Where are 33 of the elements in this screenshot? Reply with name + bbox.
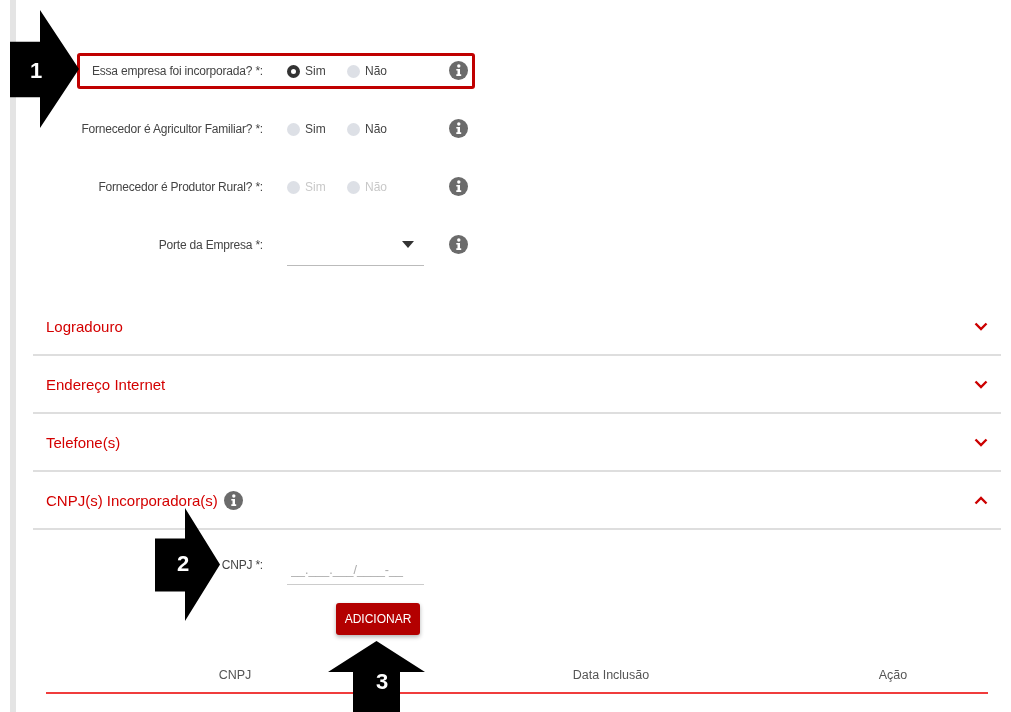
radio-option[interactable]: Sim [287,64,347,78]
radio-option[interactable]: Não [347,64,407,78]
step-number: 2 [177,553,190,575]
radio-option[interactable]: Sim [287,122,347,136]
column-header: Ação [878,668,908,682]
info-icon[interactable] [449,235,468,254]
info-icon[interactable] [449,119,468,138]
info-icon[interactable] [449,61,468,80]
section-title: Logradouro [46,317,123,335]
column-header: Data Inclusão [572,668,650,682]
radio-option[interactable]: Não [347,122,407,136]
caret-icon [402,241,414,248]
field-label: Essa empresa foi incorporada? *: [91,64,263,78]
chevron-down-icon[interactable] [974,437,988,447]
section-title: Telefone(s) [46,433,121,451]
info-icon[interactable] [223,490,243,510]
field-label: Fornecedor é Agricultor Familiar? *: [81,122,263,136]
accordion-header[interactable]: CNPJ(s) Incorporadora(s) [33,472,1001,528]
field-label: Porte da Empresa *: [158,238,263,252]
accordion-header[interactable]: Logradouro [33,298,1001,354]
section-title: CNPJ(s) Incorporadora(s) [46,491,218,509]
field-label: CNPJ *: [221,558,263,572]
field-label: Fornecedor é Produtor Rural? *: [98,180,263,194]
accordion-header[interactable]: Telefone(s) [33,414,1001,470]
chevron-up-icon[interactable] [974,495,988,505]
chevron-down-icon[interactable] [974,321,988,331]
step-number: 1 [30,60,43,82]
chevron-down-icon[interactable] [974,379,988,389]
column-header: CNPJ [218,668,252,682]
step-number: 3 [376,671,389,693]
add-button[interactable]: ADICIONAR [336,603,420,635]
section-title: Endereço Internet [46,375,166,393]
accordion-header[interactable]: Endereço Internet [33,356,1001,412]
